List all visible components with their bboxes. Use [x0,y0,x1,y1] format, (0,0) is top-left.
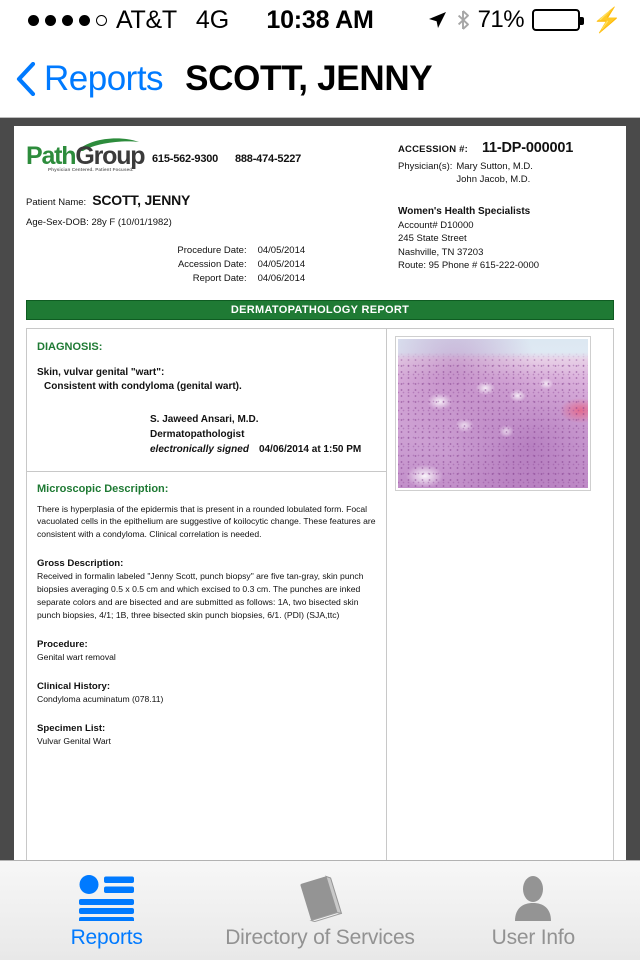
phone-secondary: 888-474-5227 [234,153,302,165]
accession-date-value: 04/05/2014 [257,258,306,270]
page-title: SCOTT, JENNY [185,58,433,98]
battery-percent-label: 71% [477,6,525,33]
report-date-value: 04/06/2014 [257,272,306,284]
physicians-label: Physician(s): [398,161,453,172]
table-row: Accession Date: 04/05/2014 [28,258,396,270]
tab-user-info-label: User Info [491,925,576,949]
pathologist-name: S. Jaweed Ansari, M.D. [150,413,259,425]
reports-icon [78,874,134,921]
microscopic-section: Microscopic Description: There is hyperp… [37,483,376,542]
microscopic-text: There is hyperplasia of the epidermis th… [37,503,376,540]
location-arrow-icon [428,12,446,28]
status-bar: AT&T 4G 10:38 AM 71% ⚡ [0,0,640,40]
report-date-label: Report Date: [192,272,247,284]
back-button-label: Reports [44,58,164,98]
electronic-signature: electronically signed 04/06/2014 at 1:50 … [150,442,376,457]
battery-icon [532,9,585,31]
user-icon-wrap [511,872,555,924]
gross-text: Received in formalin labeled "Jenny Scot… [37,571,364,620]
procedure-heading: Procedure: [37,638,88,650]
accession-label: ACCESSION #: [398,144,468,155]
tab-directory-of-services-label: Directory of Services [225,925,415,949]
status-bar-right: 71% ⚡ [428,6,622,35]
gross-heading: Gross Description: [37,558,124,570]
esign-label: electronically signed [150,443,249,455]
client-route-phone: Route: 95 Phone # 615-222-0000 [398,260,540,272]
patient-name-label: Patient Name: [26,197,87,208]
logo-text-group: Group [75,142,145,170]
report-header-right: ACCESSION #: 11-DP-000001 Physician(s): … [398,136,614,287]
histology-slide-icon [397,338,588,488]
client-city-state-zip: Nashville, TN 37203 [398,246,484,258]
tab-user-info[interactable]: User Info [427,861,640,960]
patient-name-row: Patient Name: SCOTT, JENNY [26,192,398,208]
reports-icon-wrap [78,872,136,924]
navigation-bar: Reports SCOTT, JENNY [0,40,640,118]
accession-row: ACCESSION #: 11-DP-000001 [398,140,614,156]
logo-mark: PathGroup Physician Centered. Patient Fo… [26,136,146,176]
accession-value: 11-DP-000001 [481,140,574,156]
diagnosis-line-2: Consistent with condyloma (genital wart)… [44,381,242,393]
tab-bar: Reports Directory of Services User Info [0,860,640,960]
report-body-image-column [387,329,613,860]
report-page: PathGroup Physician Centered. Patient Fo… [14,126,626,860]
logo-text-path: Path [26,142,77,170]
client-name: Women's Health Specialists [398,205,531,217]
accession-date-label: Accession Date: [177,258,247,270]
logo-text: PathGroup [26,142,146,170]
procedure-date-label: Procedure Date: [177,244,247,256]
patient-name-value: SCOTT, JENNY [92,192,191,208]
back-button[interactable]: Reports [16,58,164,99]
procedure-date-value: 04/05/2014 [257,244,306,256]
patient-age-sex-dob: Age-Sex-DOB: 28y F (10/01/1982) [26,217,172,228]
procedure-text: Genital wart removal [37,651,116,662]
specimen-list-heading: Specimen List: [37,722,106,734]
tab-directory-of-services[interactable]: Directory of Services [213,861,426,960]
client-address-block: Women's Health Specialists Account# D100… [398,205,614,273]
lab-phone-numbers: 615-562-9300 888-474-5227 [152,136,315,165]
specimen-list-text: Vulvar Genital Wart [37,735,111,746]
report-type-banner: DERMATOPATHOLOGY REPORT [26,299,614,320]
signature-block: S. Jaweed Ansari, M.D. Dermatopathologis… [150,412,376,457]
esign-date: 04/06/2014 at 1:50 PM [258,443,362,455]
clinical-history-text: Condyloma acuminatum (078.11) [37,693,164,704]
book-icon-wrap [296,872,344,924]
user-icon [515,875,552,921]
charging-bolt-icon: ⚡ [592,6,622,34]
book-icon [300,875,343,922]
diagnosis-heading: DIAGNOSIS: [37,340,103,353]
table-row: Report Date: 04/06/2014 [28,272,396,284]
logo-tagline: Physician Centered. Patient Focused. [48,167,134,172]
physician-2: John Jacob, M.D. [456,173,531,185]
report-header: PathGroup Physician Centered. Patient Fo… [26,136,614,287]
pathgroup-logo: PathGroup Physician Centered. Patient Fo… [26,136,398,176]
report-dates-table: Procedure Date: 04/05/2014 Accession Dat… [26,242,398,287]
clinical-history-heading: Clinical History: [37,680,111,692]
phone-primary: 615-562-9300 [152,153,219,165]
report-header-left: PathGroup Physician Centered. Patient Fo… [26,136,398,287]
diagnosis-text: Skin, vulvar genital "wart": Consistent … [37,366,376,395]
client-street: 245 State Street [398,233,467,245]
chevron-left-icon [16,61,36,96]
physicians-names: Mary Sutton, M.D. John Jacob, M.D. [456,161,533,187]
report-scroll-area[interactable]: PathGroup Physician Centered. Patient Fo… [0,118,640,860]
bluetooth-icon [457,10,469,30]
physician-1: Mary Sutton, M.D. [456,161,533,172]
client-account: Account# D10000 [398,219,474,231]
pathologist-role: Dermatopathologist [150,428,245,440]
diagnosis-line-1: Skin, vulvar genital "wart": [37,366,165,378]
report-body-text-column: DIAGNOSIS: Skin, vulvar genital "wart": … [27,328,387,860]
microscopic-heading: Microscopic Description: [37,482,169,495]
tab-reports-label: Reports [70,925,143,949]
micrograph-image[interactable] [394,335,591,491]
physicians-block: Physician(s): Mary Sutton, M.D. John Jac… [398,161,614,187]
table-row: Procedure Date: 04/05/2014 [28,244,396,256]
report-body: DIAGNOSIS: Skin, vulvar genital "wart": … [26,327,614,860]
section-divider [27,470,386,472]
tab-reports[interactable]: Reports [0,861,213,960]
